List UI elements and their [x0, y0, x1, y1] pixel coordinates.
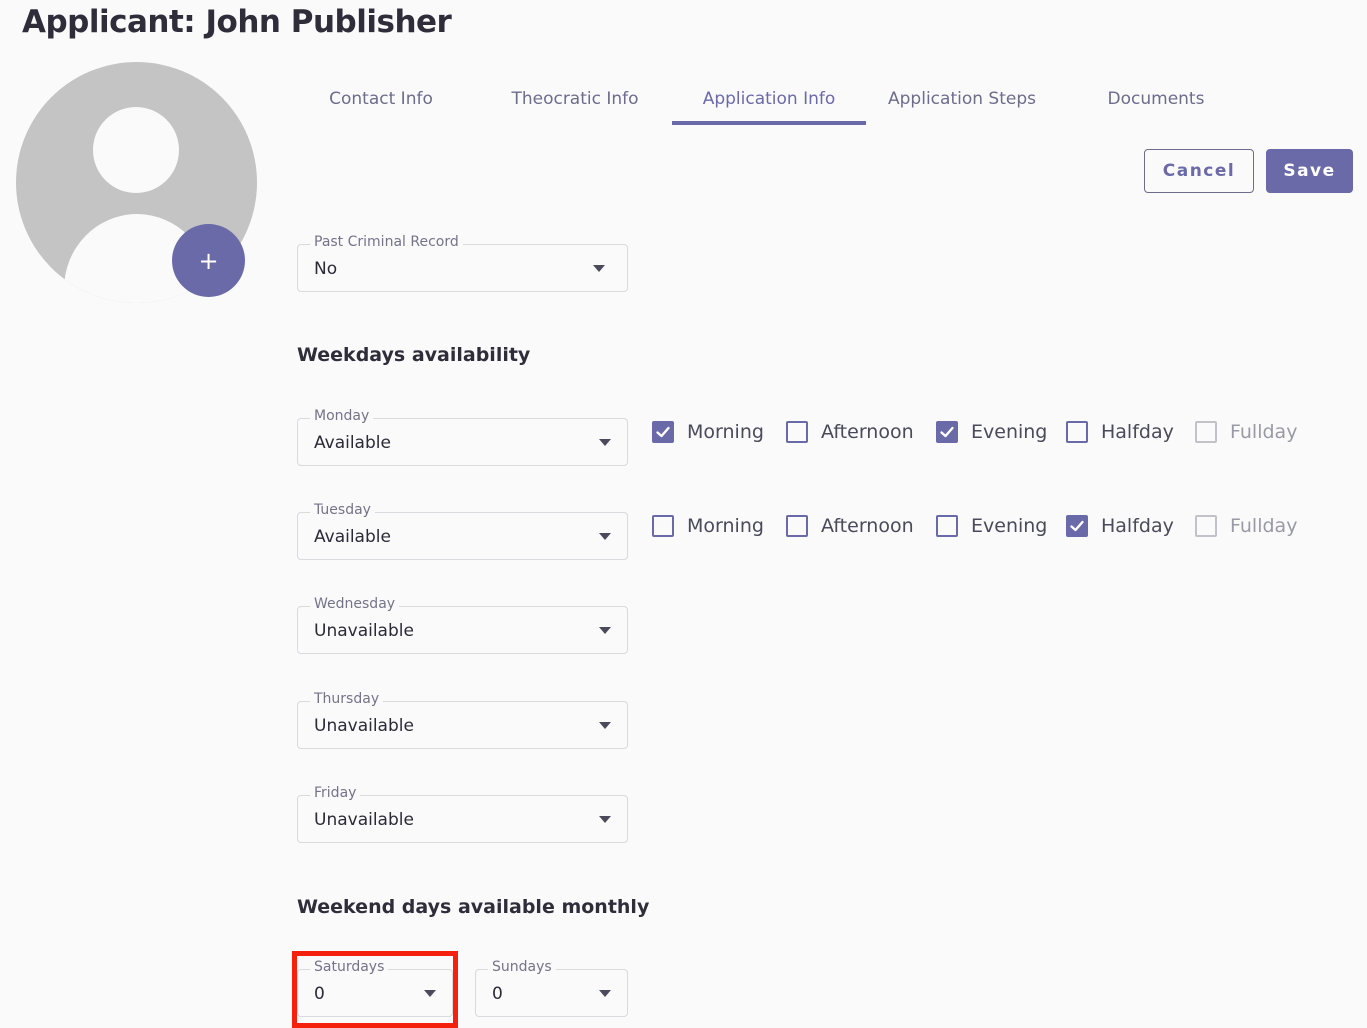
field-value: 0	[492, 984, 503, 1004]
caret-down-icon	[599, 816, 611, 823]
monday-halfday-checkbox[interactable]: Halfday	[1066, 420, 1174, 444]
checkmark-icon	[940, 426, 954, 438]
checkbox-box	[1195, 515, 1217, 537]
wednesday-select[interactable]: Wednesday Unavailable	[297, 596, 628, 654]
field-label: Monday	[310, 408, 374, 424]
tab-contact-info[interactable]: Contact Info	[297, 74, 465, 124]
avatar-head-shape	[93, 107, 179, 193]
checkbox-box	[786, 515, 808, 537]
checkbox-box	[652, 515, 674, 537]
sundays-select[interactable]: Sundays 0	[475, 959, 628, 1017]
checkmark-icon	[1070, 520, 1084, 532]
tab-theocratic-info[interactable]: Theocratic Info	[491, 74, 659, 124]
caret-down-icon	[599, 439, 611, 446]
monday-select[interactable]: Monday Available	[297, 408, 628, 466]
page-title: Applicant: John Publisher	[22, 4, 452, 40]
caret-down-icon	[599, 722, 611, 729]
field-label: Tuesday	[310, 502, 375, 518]
saturdays-highlight-box	[292, 951, 458, 1028]
monday-afternoon-checkbox[interactable]: Afternoon	[786, 420, 914, 444]
monday-morning-checkbox[interactable]: Morning	[652, 420, 764, 444]
field-value: No	[314, 259, 338, 279]
cancel-button[interactable]: Cancel	[1144, 149, 1254, 193]
checkmark-icon	[656, 426, 670, 438]
tuesday-select[interactable]: Tuesday Available	[297, 502, 628, 560]
monday-evening-checkbox[interactable]: Evening	[936, 420, 1047, 444]
field-value: Available	[314, 433, 391, 453]
field-value: Available	[314, 527, 391, 547]
tab-documents[interactable]: Documents	[1077, 74, 1235, 124]
tuesday-halfday-checkbox[interactable]: Halfday	[1066, 514, 1174, 538]
caret-down-icon	[593, 265, 605, 272]
weekends-section-title: Weekend days available monthly	[297, 896, 650, 918]
field-value: Unavailable	[314, 716, 414, 736]
save-button[interactable]: Save	[1266, 149, 1353, 193]
checkbox-box	[786, 421, 808, 443]
tab-application-steps[interactable]: Application Steps	[875, 74, 1049, 124]
criminal-record-select[interactable]: Past Criminal Record No	[297, 234, 628, 292]
friday-select[interactable]: Friday Unavailable	[297, 785, 628, 843]
tuesday-fullday-checkbox[interactable]: Fullday	[1195, 514, 1297, 538]
tab-application-info[interactable]: Application Info	[672, 74, 866, 125]
tuesday-morning-checkbox[interactable]: Morning	[652, 514, 764, 538]
tab-bar: Contact Info Theocratic Info Application…	[297, 74, 1237, 126]
checkbox-box	[936, 515, 958, 537]
weekdays-section-title: Weekdays availability	[297, 344, 531, 366]
caret-down-icon	[599, 627, 611, 634]
checkbox-box	[652, 421, 674, 443]
tuesday-evening-checkbox[interactable]: Evening	[936, 514, 1047, 538]
tuesday-afternoon-checkbox[interactable]: Afternoon	[786, 514, 914, 538]
checkbox-box	[1066, 421, 1088, 443]
checkbox-box	[1195, 421, 1217, 443]
monday-shift-checks: Morning Afternoon Evening Halfday Fullda…	[652, 420, 1352, 444]
checkbox-box	[1066, 515, 1088, 537]
field-label: Friday	[310, 785, 361, 801]
caret-down-icon	[599, 533, 611, 540]
caret-down-icon	[599, 990, 611, 997]
field-label: Sundays	[488, 959, 556, 975]
field-value: Unavailable	[314, 621, 414, 641]
tuesday-shift-checks: Morning Afternoon Evening Halfday Fullda…	[652, 514, 1352, 538]
add-photo-button[interactable]: +	[172, 224, 245, 297]
plus-icon: +	[198, 246, 219, 275]
field-label: Wednesday	[310, 596, 400, 612]
field-label: Past Criminal Record	[310, 234, 463, 250]
field-label: Thursday	[310, 691, 384, 707]
thursday-select[interactable]: Thursday Unavailable	[297, 691, 628, 749]
monday-fullday-checkbox[interactable]: Fullday	[1195, 420, 1297, 444]
checkbox-box	[936, 421, 958, 443]
field-value: Unavailable	[314, 810, 414, 830]
